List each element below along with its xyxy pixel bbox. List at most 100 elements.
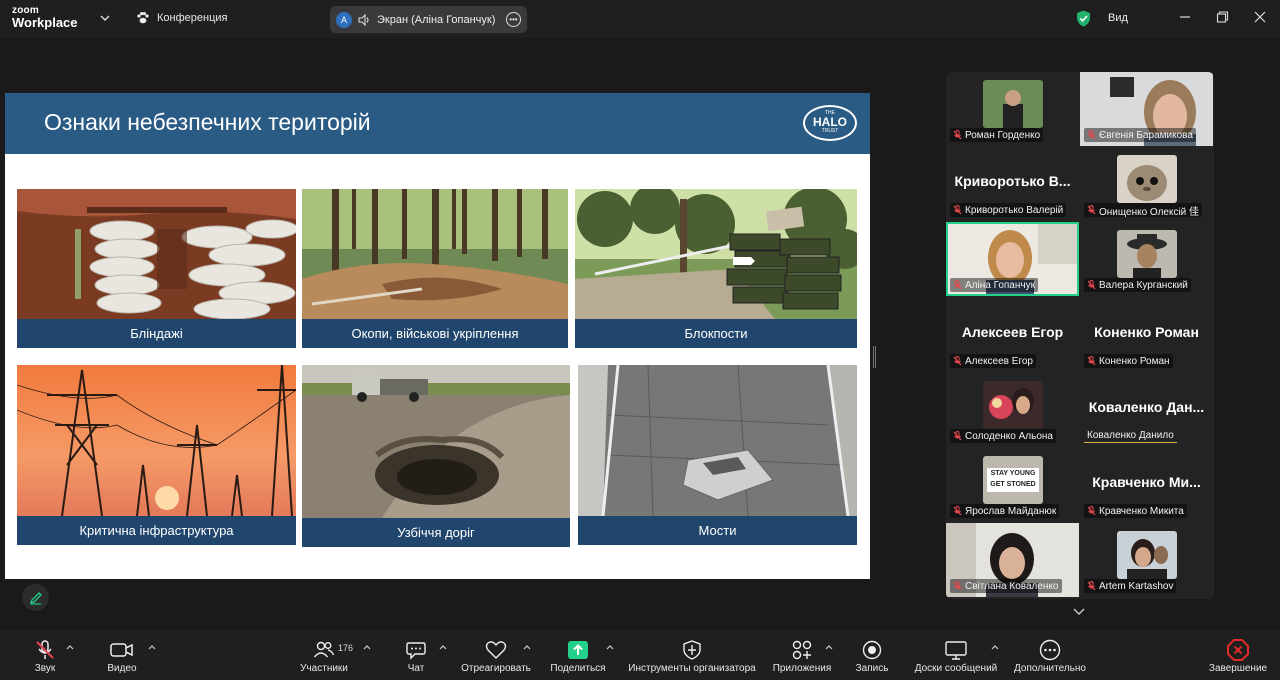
view-button[interactable]: Вид: [1108, 12, 1128, 24]
participant-tile[interactable]: Коненко Роман Коненко Роман: [1080, 298, 1213, 372]
mic-muted-icon: [1087, 130, 1096, 140]
participant-tile[interactable]: Онищенко Олексій 佳: [1080, 147, 1213, 221]
boards-button[interactable]: Доски сообщений: [910, 630, 1002, 680]
crater-photo: [302, 365, 570, 518]
screen-share-label: Экран (Аліна Гопанчук): [377, 13, 496, 26]
participant-initials: Криворотько В...: [954, 173, 1071, 189]
boards-options-caret-icon[interactable]: [991, 644, 999, 650]
participant-name: Євгенія Барамикова: [1099, 129, 1193, 141]
mic-muted-icon: [953, 431, 962, 441]
tile-caption: Узбіччя доріг: [302, 518, 570, 547]
participant-name: Алексеев Егор: [965, 355, 1033, 367]
video-options-caret-icon[interactable]: [148, 644, 156, 650]
participant-name-tag: Алексеев Егор: [950, 354, 1036, 368]
screen-share-indicator[interactable]: A Экран (Аліна Гопанчук) •••: [330, 6, 527, 33]
participant-tile[interactable]: Солоденко Альона: [946, 373, 1079, 447]
trench-photo: [302, 189, 568, 319]
mic-muted-icon: [1087, 205, 1096, 215]
participants-button[interactable]: Участники: [298, 630, 350, 680]
participant-tile[interactable]: Алексеев Егор Алексеев Егор: [946, 298, 1079, 372]
participant-tile[interactable]: STAY YOUNG GET STONED Ярослав Майданюк: [946, 448, 1079, 522]
maximize-icon[interactable]: [1215, 10, 1229, 24]
participant-name: Роман Горденко: [965, 129, 1041, 141]
mic-muted-icon: [953, 130, 962, 140]
video-camera-icon: [110, 643, 133, 657]
participant-tile[interactable]: Коваленко Дан... Коваленко Данило: [1080, 373, 1213, 447]
apps-options-caret-icon[interactable]: [825, 644, 833, 650]
more-button[interactable]: Дополнительно: [1011, 630, 1089, 680]
encryption-shield-icon[interactable]: [1076, 10, 1091, 27]
dugout-photo: [17, 189, 296, 319]
participant-tile[interactable]: Роман Горденко: [946, 72, 1079, 146]
checkpoint-photo: [575, 189, 857, 319]
mic-muted-icon: [953, 506, 962, 516]
audio-button[interactable]: Звук: [28, 630, 62, 680]
participant-tile-active-speaker[interactable]: Аліна Гопанчук: [946, 222, 1079, 296]
apps-button[interactable]: Приложения: [770, 630, 834, 680]
splitter-handle[interactable]: [873, 346, 876, 368]
participant-tile[interactable]: Криворотько В... Криворотько Валерій: [946, 147, 1079, 221]
slide-title: Ознаки небезпечних територій: [44, 109, 371, 135]
chat-options-caret-icon[interactable]: [439, 644, 447, 650]
host-tools-button[interactable]: Инструменты организатора: [624, 630, 760, 680]
mic-muted-icon: [1087, 581, 1096, 591]
zoom-logo: zoom Workplace: [12, 6, 78, 30]
mic-muted-icon: [1087, 356, 1096, 366]
record-label: Запись: [855, 663, 889, 674]
audio-options-caret-icon[interactable]: [66, 644, 74, 650]
host-tools-label: Инструменты организатора: [628, 663, 756, 674]
record-button[interactable]: Запись: [853, 630, 891, 680]
participant-initials: Кравченко Ми...: [1092, 474, 1201, 490]
video-button[interactable]: Видео: [104, 630, 140, 680]
participant-name-tag: Кравченко Микита: [1084, 504, 1187, 518]
more-icon: [1039, 639, 1061, 661]
share-screen-label: Поделиться: [550, 663, 606, 674]
slide-tile-infrastructure: Критична інфраструктура: [17, 365, 296, 545]
apps-label: Приложения: [772, 663, 832, 674]
react-button[interactable]: Отреагировать: [459, 630, 533, 680]
participant-name-tag: Валера Курганский: [1084, 278, 1191, 292]
close-icon[interactable]: [1253, 10, 1267, 24]
mic-muted-icon: [1087, 280, 1096, 290]
mic-muted-icon: [953, 280, 962, 290]
mic-muted-icon: [953, 581, 962, 591]
participant-name: Світлана Коваленко: [965, 580, 1059, 592]
sign-line-2: GET STONED: [990, 481, 1036, 488]
end-meeting-button[interactable]: Завершение: [1207, 630, 1269, 680]
video-label: Видео: [107, 663, 137, 674]
share-screen-button[interactable]: Поделиться: [549, 630, 607, 680]
tile-caption: Мости: [578, 516, 857, 545]
participants-options-caret-icon[interactable]: [363, 644, 371, 650]
participant-name-tag: Ярослав Майданюк: [950, 504, 1060, 518]
mic-muted-icon: [1087, 506, 1096, 516]
annotate-button[interactable]: [22, 584, 49, 611]
more-options-icon[interactable]: •••: [506, 12, 521, 27]
conference-info-button[interactable]: Конференция: [136, 11, 227, 25]
mic-muted-icon: [36, 640, 54, 659]
participant-name: Солоденко Альона: [965, 430, 1053, 442]
participant-tile[interactable]: Світлана Коваленко: [946, 523, 1079, 597]
chevron-down-icon[interactable]: [100, 13, 110, 23]
avatar-sign: STAY YOUNG GET STONED: [987, 468, 1039, 492]
slide-tile-bridges: Мости: [578, 365, 857, 545]
power-lines-photo: [17, 365, 296, 516]
minimize-icon[interactable]: [1178, 10, 1192, 24]
end-call-icon: [1227, 639, 1249, 661]
gallery-scroll-down-icon[interactable]: [1073, 606, 1085, 616]
chat-button[interactable]: Чат: [404, 630, 428, 680]
participant-name-tag: Онищенко Олексій 佳: [1084, 203, 1203, 218]
conference-label: Конференция: [157, 12, 228, 24]
participant-name: Аліна Гопанчук: [965, 279, 1035, 291]
mic-muted-icon: [953, 356, 962, 366]
participant-tile[interactable]: Валера Курганский: [1080, 222, 1213, 296]
participant-tile[interactable]: Artem Kartashov: [1080, 523, 1213, 597]
react-options-caret-icon[interactable]: [523, 644, 531, 650]
apps-icon: [792, 640, 812, 660]
speaker-icon: [358, 13, 369, 26]
participant-name-tag: Світлана Коваленко: [950, 579, 1062, 593]
presentation-slide: Ознаки небезпечних територій THE HALO TR…: [5, 93, 870, 579]
shared-screen-area: Ознаки небезпечних територій THE HALO TR…: [0, 38, 940, 630]
participant-tile[interactable]: Кравченко Ми... Кравченко Микита: [1080, 448, 1213, 522]
participant-tile[interactable]: Євгенія Барамикова: [1080, 72, 1213, 146]
share-options-caret-icon[interactable]: [606, 644, 614, 650]
